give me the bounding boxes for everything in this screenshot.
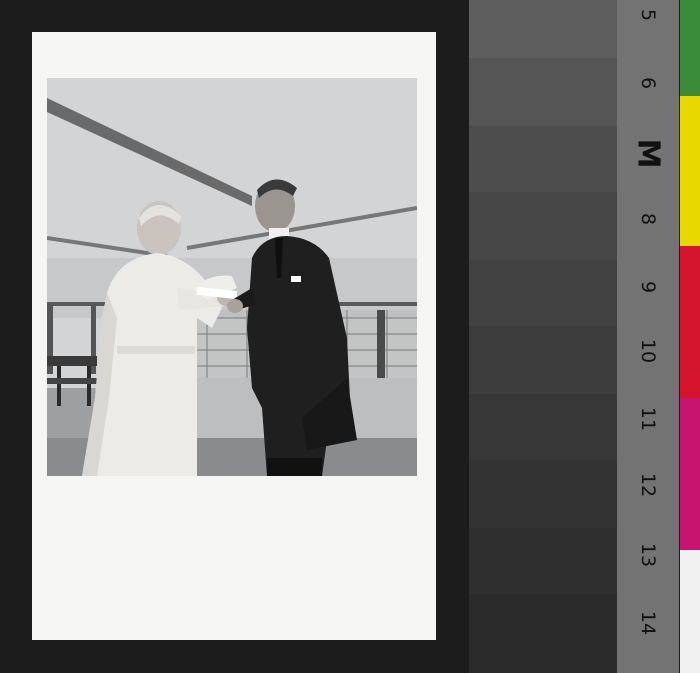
gray-patch — [469, 58, 617, 126]
gray-patch — [469, 192, 617, 260]
scan-stage: 5 6 M 8 9 10 11 12 13 14 — [0, 0, 700, 673]
ruler-mark: 8 — [637, 212, 659, 226]
gray-patch — [469, 460, 617, 528]
green-patch — [680, 0, 700, 96]
white-patch — [680, 550, 700, 673]
gray-patch — [469, 126, 617, 192]
ruler-mark: 6 — [637, 76, 659, 90]
ruler-mark: 11 — [637, 406, 659, 432]
magenta-patch — [680, 398, 700, 550]
grayscale-calibration-strip — [469, 0, 617, 673]
gray-patch — [469, 0, 617, 58]
ruler-mark: M — [630, 138, 666, 169]
ruler-mark: 10 — [637, 338, 659, 364]
gray-patch — [469, 528, 617, 594]
gray-patch — [469, 394, 617, 460]
ruler-mark: 5 — [637, 8, 659, 22]
red-patch — [680, 246, 700, 398]
ruler-mark: 9 — [637, 280, 659, 294]
gray-patch — [469, 260, 617, 326]
ruler-mark: 13 — [637, 542, 659, 568]
gray-patch — [469, 326, 617, 394]
color-calibration-strip — [680, 0, 700, 673]
archival-photograph — [47, 78, 417, 476]
ruler-mark: 12 — [637, 472, 659, 498]
gray-patch — [469, 594, 617, 673]
ruler-mark: 14 — [637, 610, 659, 636]
yellow-patch — [680, 96, 700, 246]
measurement-ruler: 5 6 M 8 9 10 11 12 13 14 — [617, 0, 679, 673]
